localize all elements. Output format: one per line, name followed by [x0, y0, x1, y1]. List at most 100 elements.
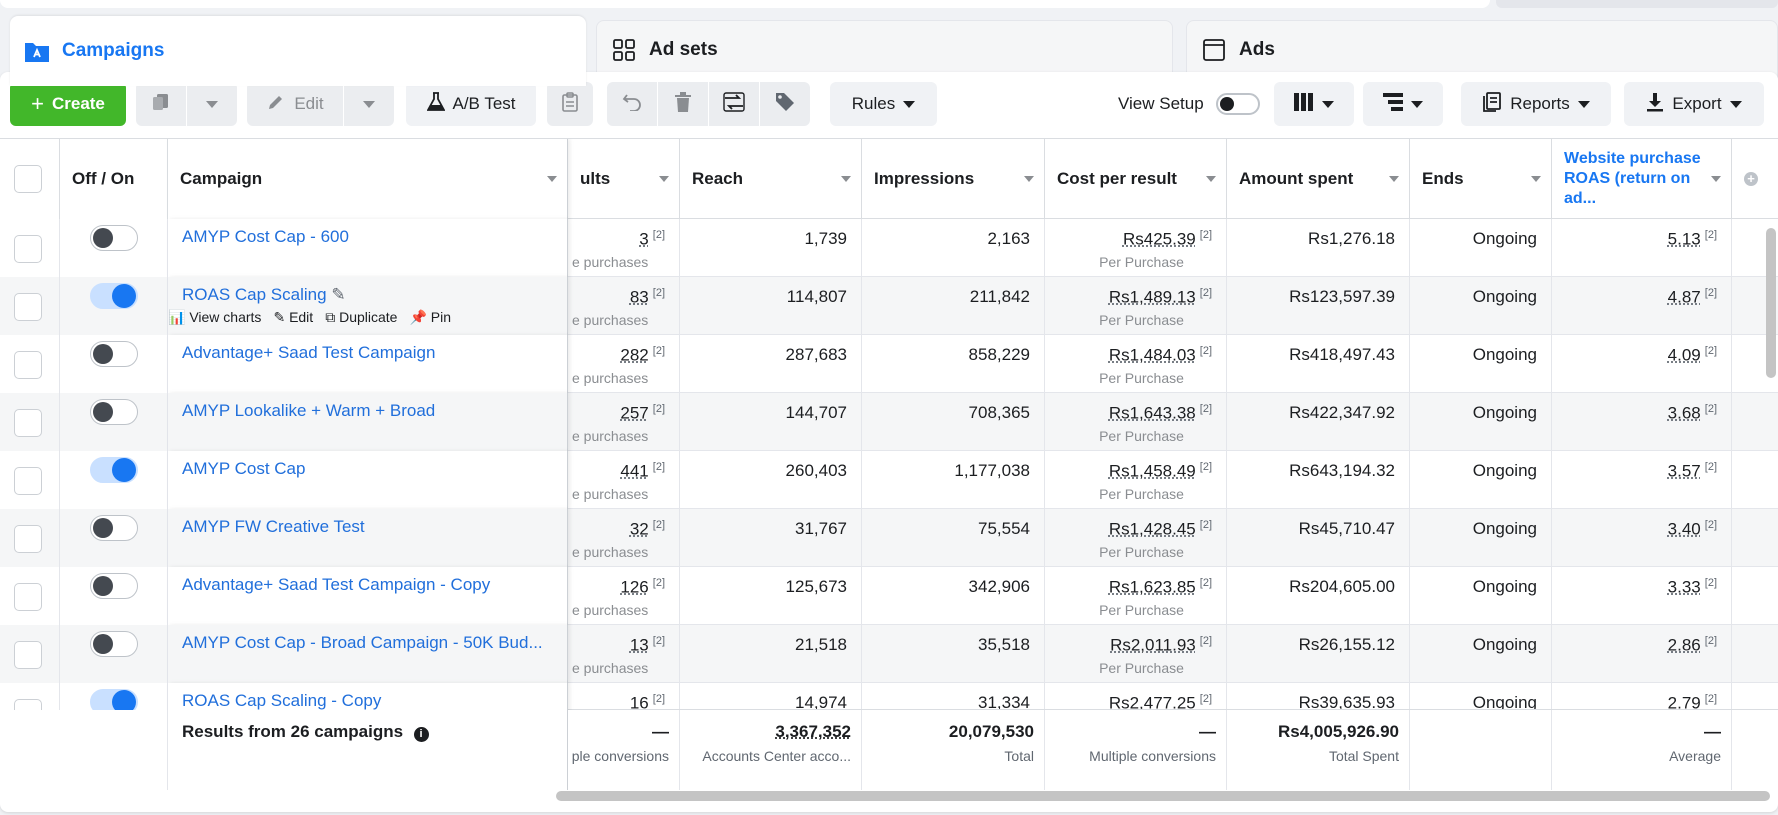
results-cell: 257 [2] e purchases — [568, 393, 680, 451]
spent-cell: Rs123,597.39 — [1227, 277, 1410, 335]
row-checkbox[interactable] — [14, 293, 42, 321]
table-row[interactable]: AMYP FW Creative Test 32 [2] e purchases 3… — [0, 509, 1778, 567]
reach-value: 144,707 — [785, 403, 847, 422]
vertical-scrollbar[interactable] — [1766, 228, 1776, 378]
reports-button[interactable]: Reports — [1461, 82, 1611, 126]
view-charts-action[interactable]: 📊 View charts — [168, 309, 261, 326]
campaign-name-link[interactable]: ROAS Cap Scaling - Copy — [182, 691, 381, 710]
footnote-marker: [2] — [1199, 461, 1212, 473]
create-button[interactable]: + Create — [10, 82, 126, 126]
impressions-value: 31,334 — [978, 693, 1030, 710]
tab-campaigns[interactable]: Campaigns — [10, 16, 586, 86]
delete-button[interactable] — [658, 82, 708, 126]
table-row[interactable]: AMYP Lookalike + Warm + Broad 257 [2] e pu… — [0, 393, 1778, 451]
select-all-checkbox[interactable] — [14, 165, 42, 193]
col-ends[interactable]: Ends — [1410, 139, 1552, 219]
campaign-name-link[interactable]: AMYP Cost Cap — [182, 459, 305, 478]
export-button[interactable]: Export — [1624, 82, 1764, 126]
cost-value: Rs425.39 — [1122, 229, 1196, 249]
footnote-marker: [2] — [652, 635, 665, 647]
row-checkbox[interactable] — [14, 409, 42, 437]
edit-button[interactable]: Edit — [247, 82, 343, 126]
pencil-icon[interactable]: ✎ — [331, 285, 345, 304]
table-row[interactable]: AMYP Cost Cap - Broad Campaign - 50K Bud… — [0, 625, 1778, 683]
col-reach[interactable]: Reach — [680, 139, 862, 219]
row-checkbox[interactable] — [14, 351, 42, 379]
table-row[interactable]: AMYP Cost Cap - 600 3 [2] e purchases 1,73… — [0, 219, 1778, 277]
duplicate-dropdown[interactable] — [187, 82, 237, 126]
col-results[interactable]: ults — [568, 139, 680, 219]
impressions-cell: 342,906 — [862, 567, 1045, 625]
campaign-name-link[interactable]: AMYP Cost Cap - Broad Campaign - 50K Bud… — [182, 633, 543, 652]
campaign-toggle[interactable] — [90, 341, 138, 367]
reach-cell: 14,974 — [680, 683, 862, 710]
impressions-cell: 35,518 — [862, 625, 1045, 683]
tab-adsets[interactable]: Ad sets — [596, 20, 1173, 78]
view-setup-toggle[interactable] — [1215, 93, 1260, 115]
campaign-name-link[interactable]: AMYP Lookalike + Warm + Broad — [182, 401, 435, 420]
campaign-name-link[interactable]: Advantage+ Saad Test Campaign - Copy — [182, 575, 490, 594]
footer-impressions-sub: Total — [1004, 748, 1034, 764]
row-checkbox[interactable] — [14, 699, 42, 710]
add-column[interactable]: + — [1732, 139, 1778, 219]
reach-value: 125,673 — [785, 577, 847, 596]
clipboard-button[interactable] — [547, 82, 593, 126]
cost-sub: Per Purchase — [1099, 253, 1184, 270]
table-row[interactable]: ROAS Cap Scaling ✎ 📊 View charts ✎ Edit … — [0, 277, 1778, 335]
pin-action[interactable]: 📌 Pin — [409, 309, 451, 326]
campaign-toggle[interactable] — [90, 689, 138, 710]
campaign-name-link[interactable]: ROAS Cap Scaling — [182, 285, 327, 304]
campaign-toggle[interactable] — [90, 283, 138, 309]
col-off-on[interactable]: Off / On — [60, 139, 168, 219]
campaign-toggle[interactable] — [90, 515, 138, 541]
footnote-marker: [2] — [1199, 635, 1212, 647]
campaign-toggle[interactable] — [90, 573, 138, 599]
impressions-cell: 31,334 — [862, 683, 1045, 710]
col-cost-per-result[interactable]: Cost per result — [1045, 139, 1227, 219]
rules-button[interactable]: Rules — [830, 82, 937, 126]
duplicate-action[interactable]: ⧉ Duplicate — [325, 309, 397, 326]
footer-cost: — Multiple conversions — [1045, 710, 1227, 790]
undo-icon — [622, 93, 642, 116]
table-row[interactable]: ROAS Cap Scaling - Copy 16 [2] 14,974 31,… — [0, 683, 1778, 710]
edit-dropdown[interactable] — [344, 82, 394, 126]
table-row[interactable]: Advantage+ Saad Test Campaign - Copy 126… — [0, 567, 1778, 625]
row-checkbox[interactable] — [14, 641, 42, 669]
campaign-name-link[interactable]: AMYP FW Creative Test — [182, 517, 365, 536]
table-row[interactable]: AMYP Cost Cap 441 [2] e purchases 260,403 … — [0, 451, 1778, 509]
info-icon[interactable]: i — [413, 727, 429, 742]
campaign-name-cell: ROAS Cap Scaling - Copy — [168, 683, 568, 710]
undo-button[interactable] — [607, 82, 657, 126]
footnote-marker: [2] — [652, 693, 665, 705]
ends-cell: Ongoing — [1410, 335, 1552, 393]
table-row[interactable]: Advantage+ Saad Test Campaign 282 [2] e pu… — [0, 335, 1778, 393]
campaign-name-link[interactable]: AMYP Cost Cap - 600 — [182, 227, 349, 246]
row-checkbox[interactable] — [14, 467, 42, 495]
edit-action[interactable]: ✎ Edit — [273, 309, 313, 326]
tag-button[interactable] — [760, 82, 810, 126]
spent-cell: Rs26,155.12 — [1227, 625, 1410, 683]
row-checkbox[interactable] — [14, 525, 42, 553]
breakdown-button[interactable] — [1363, 82, 1443, 126]
col-roas[interactable]: Website purchase ROAS (return on ad... — [1552, 139, 1732, 219]
campaign-toggle[interactable] — [90, 225, 138, 251]
campaign-toggle[interactable] — [90, 399, 138, 425]
ab-test-button[interactable]: A/B Test — [406, 82, 536, 126]
tab-ads[interactable]: Ads — [1186, 20, 1778, 78]
roas-cell: 3.68 [2] — [1552, 393, 1732, 451]
cost-value: Rs1,458.49 — [1108, 461, 1196, 481]
table-footer: Results from 26 campaigns i — ple convers… — [0, 709, 1778, 790]
campaign-toggle[interactable] — [90, 631, 138, 657]
campaign-toggle[interactable] — [90, 457, 138, 483]
campaign-name-link[interactable]: Advantage+ Saad Test Campaign — [182, 343, 435, 362]
duplicate-button[interactable] — [136, 82, 186, 126]
columns-button[interactable] — [1274, 82, 1354, 126]
horizontal-scrollbar[interactable] — [556, 791, 1770, 801]
create-label: Create — [51, 94, 105, 113]
col-impressions[interactable]: Impressions — [862, 139, 1045, 219]
row-checkbox[interactable] — [14, 235, 42, 263]
compare-button[interactable] — [709, 82, 759, 126]
col-campaign[interactable]: Campaign — [168, 139, 568, 219]
col-amount-spent[interactable]: Amount spent — [1227, 139, 1410, 219]
row-checkbox[interactable] — [14, 583, 42, 611]
